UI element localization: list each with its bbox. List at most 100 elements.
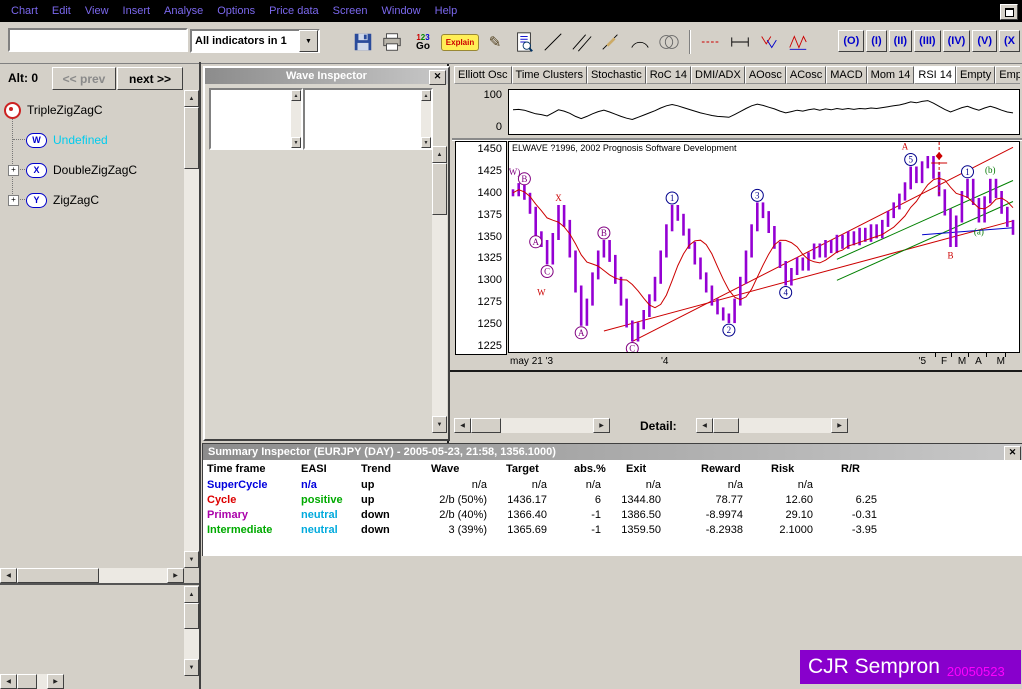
wave-inspector-scrollbar[interactable]: ▲ ▼ bbox=[432, 146, 447, 433]
tab-acosc[interactable]: ACosc bbox=[786, 66, 826, 84]
scroll-right-icon[interactable]: ▶ bbox=[47, 674, 64, 689]
menu-item-screen[interactable]: Screen bbox=[326, 0, 375, 22]
scrollbar-track[interactable] bbox=[471, 418, 593, 433]
tab-mom-14[interactable]: Mom 14 bbox=[867, 66, 915, 84]
scrollbar-track[interactable] bbox=[17, 674, 47, 689]
circles-tool[interactable] bbox=[656, 29, 682, 55]
scroll-down-icon[interactable]: ▼ bbox=[291, 137, 301, 148]
scrollbar-track[interactable] bbox=[432, 163, 447, 416]
price-chart[interactable]: (W)BACWXABC12345AB1(a)(b) ELWAVE ?1996, … bbox=[508, 141, 1020, 353]
menu-item-chart[interactable]: Chart bbox=[4, 0, 45, 22]
explain-button[interactable]: Explain bbox=[441, 29, 479, 55]
scroll-down-icon[interactable]: ▼ bbox=[432, 416, 447, 433]
tab-macd[interactable]: MACD bbox=[826, 66, 866, 84]
wave-inspector-list-right[interactable]: ▲ ▼ bbox=[303, 88, 433, 150]
window-restore-icon[interactable] bbox=[1000, 4, 1018, 20]
summary-inspector-titlebar[interactable]: Summary Inspector (EURJPY (DAY) - 2005-0… bbox=[203, 444, 1022, 460]
list-scrollbar[interactable]: ▲ ▼ bbox=[421, 90, 431, 148]
dashed-line-tool[interactable] bbox=[698, 29, 724, 55]
scrollbar-thumb[interactable] bbox=[17, 674, 37, 689]
draw-line-tool[interactable] bbox=[598, 29, 624, 55]
scrollbar-thumb[interactable] bbox=[471, 418, 501, 433]
save-button[interactable] bbox=[350, 29, 376, 55]
lower-vertical-scrollbar[interactable]: ▲ ▼ bbox=[184, 586, 199, 676]
list-scrollbar[interactable]: ▲ ▼ bbox=[291, 90, 301, 148]
tree-item-wave-x[interactable]: X DoubleZigZagC bbox=[0, 160, 137, 180]
wave-degree-button-x[interactable]: (X bbox=[999, 30, 1020, 52]
trend-line-tool[interactable] bbox=[540, 29, 566, 55]
scrollbar-track[interactable] bbox=[184, 603, 199, 659]
scroll-up-icon[interactable]: ▲ bbox=[432, 146, 447, 163]
tab-roc-14[interactable]: RoC 14 bbox=[646, 66, 691, 84]
scrollbar-thumb[interactable] bbox=[184, 107, 199, 169]
tab-rsi-14[interactable]: RSI 14 bbox=[914, 66, 956, 84]
report-button[interactable] bbox=[511, 29, 537, 55]
scroll-down-icon[interactable]: ▼ bbox=[421, 137, 431, 148]
scrollbar-track[interactable] bbox=[184, 107, 199, 551]
tab-stochastic[interactable]: Stochastic bbox=[587, 66, 646, 84]
tab-elliott-osc[interactable]: Elliott Osc bbox=[454, 66, 512, 84]
scroll-right-icon[interactable]: ▶ bbox=[167, 568, 184, 583]
chart-horizontal-scrollbar[interactable]: ◀ ▶ bbox=[454, 418, 610, 433]
tab-aoosc[interactable]: AOosc bbox=[745, 66, 786, 84]
menu-item-price-data[interactable]: Price data bbox=[262, 0, 326, 22]
parallel-lines-tool[interactable] bbox=[569, 29, 595, 55]
wave-degree-button-i[interactable]: (I) bbox=[866, 30, 886, 52]
close-icon[interactable]: ✕ bbox=[429, 70, 446, 85]
wave-degree-button-iii[interactable]: (III) bbox=[914, 30, 941, 52]
wave-degree-button-iv[interactable]: (IV) bbox=[943, 30, 971, 52]
detail-horizontal-scrollbar[interactable]: ◀ ▶ bbox=[696, 418, 848, 433]
menu-item-insert[interactable]: Insert bbox=[116, 0, 158, 22]
go-button[interactable]: 123 Go bbox=[408, 29, 438, 55]
scrollbar-thumb[interactable] bbox=[713, 418, 739, 433]
menu-item-options[interactable]: Options bbox=[210, 0, 262, 22]
scroll-down-icon[interactable]: ▼ bbox=[184, 659, 199, 676]
scrollbar-track[interactable] bbox=[17, 568, 167, 583]
tree-item-wave-w[interactable]: W Undefined bbox=[0, 130, 108, 150]
wave-inspector-titlebar[interactable]: Wave Inspector ✕ bbox=[205, 68, 448, 84]
draw-pencil-button[interactable]: ✎ bbox=[482, 29, 508, 55]
scroll-left-icon[interactable]: ◀ bbox=[0, 674, 17, 689]
tab-time-clusters[interactable]: Time Clusters bbox=[512, 66, 587, 84]
rsi-plot[interactable] bbox=[508, 89, 1020, 135]
wave-inspector-list-left[interactable]: ▲ ▼ bbox=[209, 88, 303, 150]
wave-degree-button-o[interactable]: (O) bbox=[838, 30, 864, 52]
scrollbar-track[interactable] bbox=[713, 418, 831, 433]
scroll-up-icon[interactable]: ▲ bbox=[184, 586, 199, 603]
measure-tool[interactable] bbox=[727, 29, 753, 55]
wave-degree-button-ii[interactable]: (II) bbox=[889, 30, 912, 52]
menu-item-edit[interactable]: Edit bbox=[45, 0, 78, 22]
tab-dmi-adx[interactable]: DMI/ADX bbox=[691, 66, 745, 84]
scroll-up-icon[interactable]: ▲ bbox=[421, 90, 431, 101]
tree-expand-toggle[interactable]: + bbox=[8, 165, 19, 176]
scroll-up-icon[interactable]: ▲ bbox=[291, 90, 301, 101]
scroll-down-icon[interactable]: ▼ bbox=[184, 551, 199, 568]
scrollbar-thumb[interactable] bbox=[17, 568, 99, 583]
menu-item-analyse[interactable]: Analyse bbox=[157, 0, 210, 22]
next-button[interactable]: next >> bbox=[117, 67, 183, 90]
indicator-combo[interactable]: All indicators in 1 ▼ bbox=[190, 29, 320, 53]
tree-expand-toggle[interactable]: + bbox=[8, 195, 19, 206]
tree-item-triplezigzag[interactable]: TripleZigZagC bbox=[0, 100, 103, 120]
scrollbar-thumb[interactable] bbox=[432, 163, 447, 215]
tab-emp[interactable]: Emp bbox=[995, 66, 1020, 84]
prev-button[interactable]: << prev bbox=[52, 67, 116, 90]
scroll-up-icon[interactable]: ▲ bbox=[184, 90, 199, 107]
sidebar-horizontal-scrollbar[interactable]: ◀ ▶ bbox=[0, 568, 184, 583]
scrollbar-thumb[interactable] bbox=[184, 603, 199, 629]
scroll-left-icon[interactable]: ◀ bbox=[454, 418, 471, 433]
arrows-down-tool[interactable] bbox=[756, 29, 782, 55]
sidebar-vertical-scrollbar[interactable]: ▲ ▼ bbox=[184, 90, 199, 568]
wave-degree-button-v[interactable]: (V) bbox=[972, 30, 997, 52]
menu-item-window[interactable]: Window bbox=[375, 0, 428, 22]
lower-horizontal-scrollbar[interactable]: ◀ ▶ bbox=[0, 674, 64, 689]
scroll-left-icon[interactable]: ◀ bbox=[0, 568, 17, 583]
tab-empty[interactable]: Empty bbox=[956, 66, 995, 84]
peaks-tool[interactable] bbox=[785, 29, 811, 55]
print-button[interactable] bbox=[379, 29, 405, 55]
scroll-right-icon[interactable]: ▶ bbox=[593, 418, 610, 433]
close-icon[interactable]: ✕ bbox=[1004, 446, 1021, 461]
scroll-right-icon[interactable]: ▶ bbox=[831, 418, 848, 433]
scroll-left-icon[interactable]: ◀ bbox=[696, 418, 713, 433]
chevron-down-icon[interactable]: ▼ bbox=[299, 30, 318, 52]
